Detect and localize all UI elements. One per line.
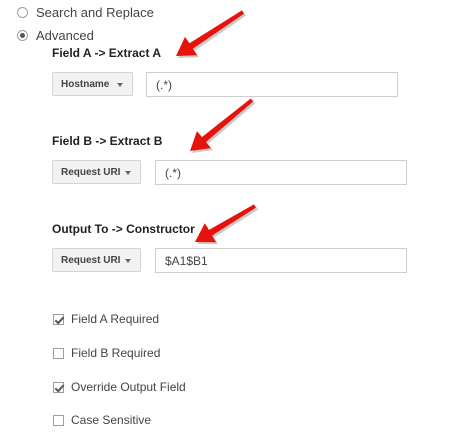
output-dropdown[interactable]: Request URI (52, 248, 141, 272)
field-a-required-label: Field A Required (71, 312, 160, 326)
option-field-a-required[interactable]: Field A Required (53, 311, 159, 327)
radio-option-advanced[interactable]: Advanced (17, 26, 94, 44)
red-arrow-icon (176, 10, 247, 58)
field-a-required-checkbox[interactable] (53, 313, 64, 325)
arrow-shadow (178, 12, 247, 58)
advanced-label: Advanced (36, 27, 94, 43)
arrow-shape (176, 10, 245, 56)
field-b-dropdown[interactable]: Request URI (52, 160, 141, 184)
field-b-extract-input[interactable] (155, 160, 407, 185)
output-constructor-input[interactable] (155, 248, 407, 273)
option-case-sensitive[interactable]: Case Sensitive (53, 412, 151, 428)
field-b-required-checkbox[interactable] (53, 347, 64, 359)
output-heading: Output To -> Constructor (52, 222, 195, 236)
arrow-shadow (192, 100, 256, 153)
output-dropdown-label: Request URI (61, 254, 121, 266)
option-override-output-field[interactable]: Override Output Field (53, 379, 186, 395)
field-b-heading: Field B -> Extract B (52, 134, 163, 148)
field-a-heading: Field A -> Extract A (52, 46, 162, 60)
caret-down-icon (117, 83, 123, 87)
field-a-extract-input[interactable] (146, 72, 398, 97)
case-sensitive-checkbox[interactable] (53, 414, 64, 426)
field-b-required-label: Field B Required (71, 346, 161, 360)
red-arrow-icon (190, 98, 256, 153)
override-output-field-checkbox[interactable] (53, 381, 64, 393)
radio-option-search-and-replace[interactable]: Search and Replace (17, 3, 154, 21)
option-field-b-required[interactable]: Field B Required (53, 345, 160, 361)
field-a-dropdown[interactable]: Hostname (52, 72, 133, 96)
caret-down-icon (125, 259, 131, 263)
arrow-shadow (197, 206, 258, 245)
case-sensitive-label: Case Sensitive (71, 413, 152, 427)
annotation-arrows (176, 10, 258, 245)
search-and-replace-label: Search and Replace (36, 4, 154, 20)
field-b-dropdown-label: Request URI (61, 166, 121, 178)
arrow-shape (190, 98, 254, 151)
override-output-field-label: Override Output Field (71, 380, 186, 394)
advanced-radio[interactable] (17, 29, 28, 41)
caret-down-icon (125, 171, 131, 175)
arrow-shape (195, 204, 256, 243)
field-a-dropdown-label: Hostname (61, 78, 110, 90)
search-and-replace-radio[interactable] (17, 6, 28, 18)
red-arrow-icon (195, 204, 258, 245)
